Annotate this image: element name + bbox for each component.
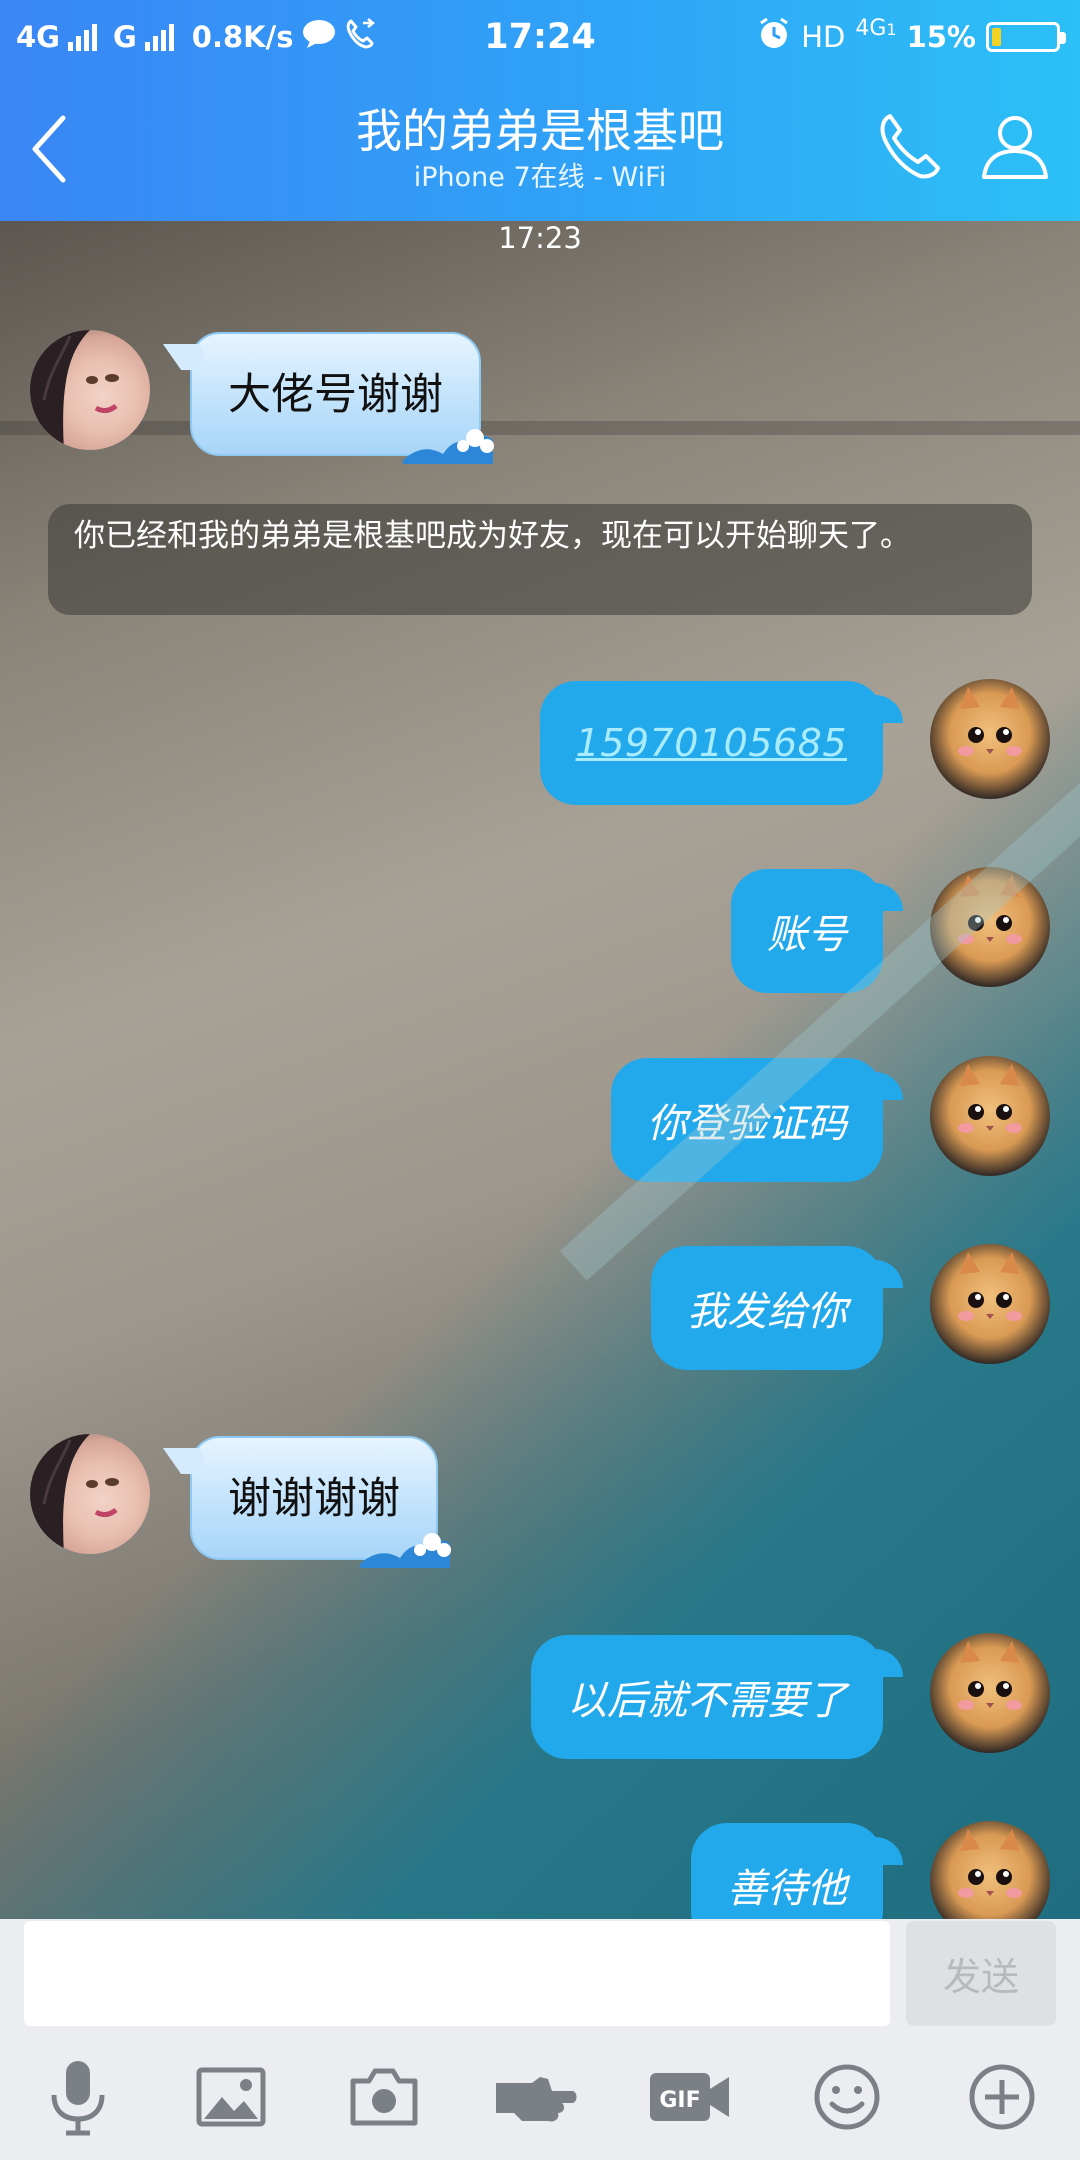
message-text: 善待他 bbox=[727, 1866, 847, 1912]
call-button[interactable] bbox=[868, 104, 952, 188]
gif-icon: GIF bbox=[650, 2073, 729, 2121]
chat-notification-icon bbox=[302, 19, 336, 56]
message-text: 大佬号谢谢 bbox=[228, 370, 443, 420]
my-avatar[interactable] bbox=[930, 1056, 1050, 1176]
wave-decoration-icon bbox=[403, 429, 494, 464]
message-bubble-me[interactable]: 你登验证码 bbox=[611, 1058, 903, 1182]
status-left: 4G G 0.8K/s bbox=[16, 14, 376, 60]
message-text: 我发给你 bbox=[687, 1289, 847, 1335]
message-bubble-me[interactable]: 我发给你 bbox=[651, 1246, 903, 1370]
system-message: 你已经和我的弟弟是根基吧成为好友，现在可以开始聊天了。 bbox=[48, 504, 1032, 615]
chat-messages[interactable]: 17:23 大佬号谢谢 你已经和我的弟弟是根基吧成为好友，现在可以开始聊天了。 … bbox=[0, 221, 1080, 1919]
poke-hand-icon bbox=[496, 2077, 577, 2122]
camera-icon bbox=[350, 2068, 418, 2126]
status-bar: 4G G 0.8K/s 17:24 HD 4G1 15% bbox=[0, 0, 1080, 74]
message-bubble-me[interactable]: 善待他 bbox=[691, 1823, 903, 1919]
back-button[interactable] bbox=[14, 104, 84, 194]
message-bubble-me[interactable]: 15970105685 bbox=[539, 681, 903, 805]
data-speed: 0.8K/s bbox=[191, 20, 294, 54]
title-block[interactable]: 我的弟弟是根基吧 iPhone 7在线 - WiFi bbox=[200, 102, 880, 196]
my-avatar[interactable] bbox=[930, 679, 1050, 799]
emoji-icon bbox=[814, 2064, 880, 2130]
chat-title: 我的弟弟是根基吧 bbox=[356, 104, 724, 158]
wave-decoration-icon bbox=[360, 1533, 451, 1568]
message-text: 谢谢谢谢 bbox=[228, 1474, 400, 1524]
gif-label: GIF bbox=[659, 2088, 700, 2113]
message-text: 以后就不需要了 bbox=[567, 1678, 847, 1724]
image-button[interactable] bbox=[181, 2047, 281, 2147]
camera-button[interactable] bbox=[334, 2047, 434, 2147]
online-status: iPhone 7在线 - WiFi bbox=[413, 162, 667, 193]
network-type-1: 4G bbox=[16, 20, 60, 54]
more-button[interactable] bbox=[952, 2047, 1052, 2147]
poke-button[interactable] bbox=[487, 2047, 587, 2147]
my-avatar[interactable] bbox=[930, 1821, 1050, 1919]
signal-icon bbox=[67, 23, 97, 51]
microphone-icon bbox=[51, 2061, 105, 2136]
chevron-left-icon bbox=[32, 115, 66, 183]
friend-avatar[interactable] bbox=[30, 1434, 150, 1554]
chat-header: 4G G 0.8K/s 17:24 HD 4G1 15% 我的弟弟是根基吧 iP… bbox=[0, 0, 1080, 221]
message-bubble-friend[interactable]: 谢谢谢谢 bbox=[162, 1436, 451, 1568]
message-timestamp: 17:23 bbox=[498, 221, 582, 255]
battery-percent: 15% bbox=[906, 20, 976, 54]
phone-number-link[interactable]: 15970105685 bbox=[576, 721, 847, 765]
message-input[interactable] bbox=[24, 1921, 890, 2026]
network-type-3: 4G1 bbox=[855, 16, 897, 41]
title-bar: 我的弟弟是根基吧 iPhone 7在线 - WiFi bbox=[0, 74, 1080, 221]
gif-button[interactable]: GIF bbox=[640, 2047, 740, 2147]
signal-icon-2 bbox=[144, 23, 174, 51]
emoji-button[interactable] bbox=[797, 2047, 897, 2147]
friend-avatar[interactable] bbox=[30, 330, 150, 450]
my-avatar[interactable] bbox=[930, 1244, 1050, 1364]
message-bubble-me[interactable]: 以后就不需要了 bbox=[531, 1635, 903, 1759]
input-area: 发送 GIF bbox=[0, 1919, 1080, 2160]
my-avatar[interactable] bbox=[930, 867, 1050, 987]
message-bubble-me[interactable]: 账号 bbox=[731, 869, 903, 993]
hd-indicator: HD bbox=[801, 20, 846, 54]
network-type-2: G bbox=[112, 20, 137, 54]
message-text: 你登验证码 bbox=[647, 1101, 847, 1147]
image-icon bbox=[196, 2067, 266, 2127]
message-bubble-friend[interactable]: 大佬号谢谢 bbox=[162, 332, 494, 464]
plus-icon bbox=[969, 2064, 1035, 2130]
person-icon bbox=[982, 116, 1048, 179]
profile-button[interactable] bbox=[970, 104, 1060, 188]
alarm-icon bbox=[757, 17, 791, 58]
send-button[interactable]: 发送 bbox=[906, 1921, 1056, 2026]
battery-icon bbox=[986, 22, 1066, 52]
phone-icon bbox=[880, 114, 940, 179]
status-right: HD 4G1 15% bbox=[757, 14, 1066, 60]
message-text: 账号 bbox=[767, 912, 847, 958]
voice-button[interactable] bbox=[28, 2047, 128, 2147]
call-notification-icon bbox=[344, 17, 376, 57]
my-avatar[interactable] bbox=[930, 1633, 1050, 1753]
